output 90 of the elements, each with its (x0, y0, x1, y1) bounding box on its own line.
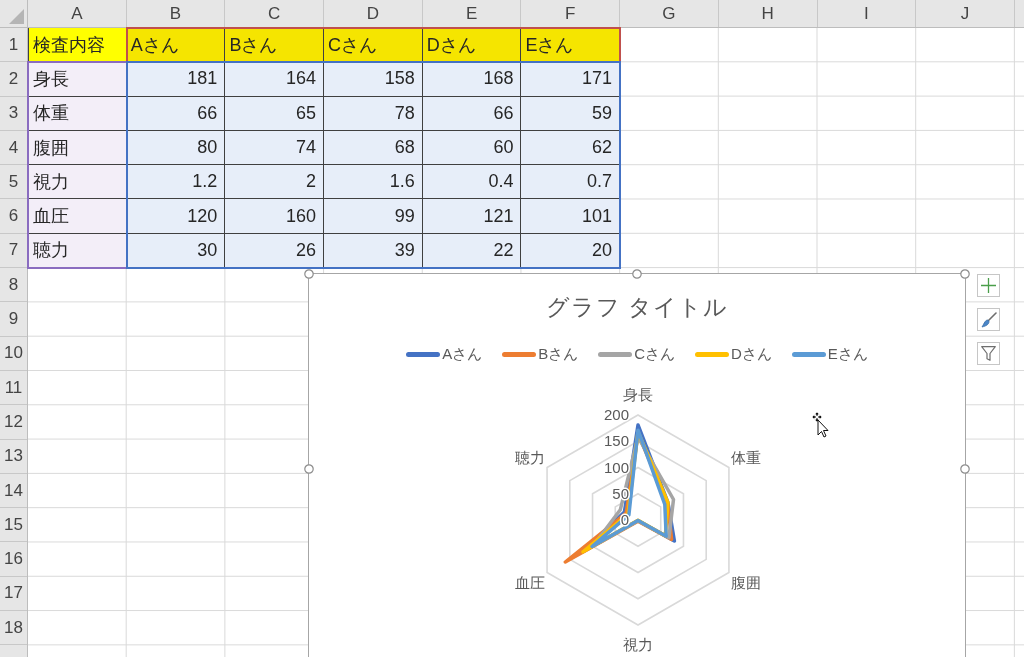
row-header[interactable]: 9 (0, 302, 27, 337)
sheet-cell: 検査内容 (28, 28, 127, 63)
sheet-cell: 65 (225, 96, 325, 131)
sheet-cell: Bさん (225, 28, 325, 63)
sheet-cell: 164 (225, 62, 325, 97)
sheet-cell: 59 (521, 96, 621, 131)
legend-label: Bさん (538, 344, 579, 364)
row-header[interactable]: 6 (0, 199, 27, 234)
legend-label: Aさん (442, 344, 483, 364)
row-header[interactable]: 3 (0, 96, 27, 131)
sheet-cell: 158 (324, 62, 423, 97)
sheet-cell: 60 (422, 130, 522, 166)
brush-icon (980, 311, 997, 328)
sheet-cell: 0.4 (422, 165, 522, 200)
column-header[interactable]: H (718, 0, 818, 27)
row-header[interactable]: 14 (0, 473, 27, 509)
resize-handle-icon[interactable] (960, 464, 970, 474)
filter-button[interactable] (977, 342, 1000, 365)
row-header[interactable]: 7 (0, 233, 27, 269)
sheet-cell: Cさん (324, 28, 423, 63)
sheet-cell: 121 (422, 199, 522, 234)
plus-icon (981, 278, 996, 293)
sheet-cell: Dさん (422, 28, 522, 63)
legend-label: Eさん (827, 344, 868, 364)
sheet-cell: 62 (521, 130, 621, 166)
row-header[interactable]: 5 (0, 165, 27, 200)
column-header[interactable]: J (916, 0, 1015, 27)
sheet-cell: 1.6 (324, 165, 423, 200)
category-label: 視力 (623, 636, 653, 653)
row-header[interactable]: 16 (0, 542, 27, 577)
move-cursor-icon (812, 412, 829, 438)
brush-button[interactable] (977, 308, 1000, 331)
sheet-cell: 0.7 (521, 165, 621, 200)
column-header[interactable]: E (422, 0, 522, 27)
row-header[interactable]: 2 (0, 62, 27, 97)
row-header[interactable]: 4 (0, 130, 27, 166)
sheet-cell: 68 (324, 130, 423, 166)
category-label: 体重 (731, 448, 762, 466)
sheet-cell: 101 (521, 199, 621, 234)
resize-handle-icon[interactable] (304, 464, 314, 474)
sheet-cell: 66 (422, 96, 522, 131)
resize-handle-icon[interactable] (960, 269, 970, 279)
select-all-button[interactable] (0, 0, 28, 28)
sheet-cell: Aさん (126, 28, 226, 63)
column-header[interactable]: I (817, 0, 917, 27)
plus-button[interactable] (977, 274, 1000, 297)
sheet-cell: Eさん (521, 28, 621, 63)
row-header[interactable]: 18 (0, 611, 27, 646)
sheet-cell: 身長 (28, 62, 127, 97)
axis-tick-label: 200 (603, 406, 629, 423)
sheet-cell: 160 (225, 199, 325, 234)
sheet-cell: 120 (126, 199, 226, 234)
sheet-cell: 視力 (28, 165, 127, 200)
category-label: 聴力 (514, 448, 545, 466)
row-header[interactable]: 11 (0, 370, 27, 406)
column-header[interactable]: A (28, 0, 127, 27)
column-header[interactable]: F (521, 0, 621, 27)
category-label: 身長 (623, 386, 653, 403)
category-label: 腹囲 (731, 573, 762, 591)
legend-label: Dさん (731, 344, 772, 364)
resize-handle-icon[interactable] (304, 269, 314, 279)
sheet-cell: 74 (225, 130, 325, 166)
sheet-cell: 171 (521, 62, 621, 97)
row-header[interactable]: 8 (0, 268, 27, 303)
sheet-cell: 66 (126, 96, 226, 131)
row-header[interactable]: 1 (0, 28, 27, 63)
resize-handle-icon[interactable] (632, 269, 642, 279)
sheet-cell: 78 (324, 96, 423, 131)
filter-icon (981, 346, 996, 361)
sheet-cell: 168 (422, 62, 522, 97)
row-header[interactable]: 15 (0, 508, 27, 543)
column-header[interactable]: B (126, 0, 226, 27)
column-header[interactable]: D (324, 0, 423, 27)
row-header[interactable]: 10 (0, 336, 27, 371)
row-header[interactable]: 12 (0, 405, 27, 440)
sheet-cell: 80 (126, 130, 226, 166)
sheet-cell: 体重 (28, 96, 127, 131)
column-header[interactable]: C (225, 0, 325, 27)
triangle-icon (9, 9, 24, 24)
legend-label: Cさん (634, 344, 675, 364)
column-header[interactable]: G (620, 0, 719, 27)
chart-title: グラフ タイトル (545, 293, 729, 322)
sheet-cell: 2 (225, 165, 325, 200)
sheet-cell: 1.2 (126, 165, 226, 200)
row-header[interactable]: 17 (0, 576, 27, 612)
sheet-cell: 腹囲 (28, 130, 127, 166)
sheet-cell: 血圧 (28, 199, 127, 234)
row-header[interactable]: 13 (0, 439, 27, 474)
sheet-cell: 181 (126, 62, 226, 97)
sheet-cell: 99 (324, 199, 423, 234)
